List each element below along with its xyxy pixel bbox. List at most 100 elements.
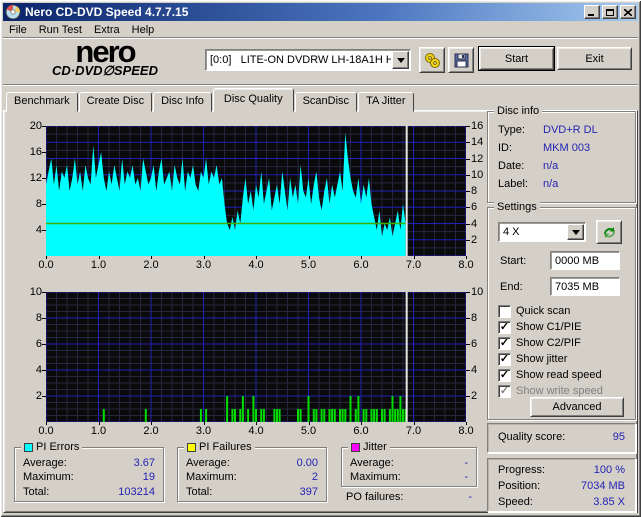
checkbox-box[interactable] [498,304,511,318]
x-axis-tick-label: 7.0 [405,425,422,437]
maximize-button[interactable] [602,5,618,19]
y-axis-right-tick-label: 6 [471,338,478,350]
minimize-button[interactable] [584,5,600,19]
speed-value: 3.85 X [593,496,625,508]
tab-benchmark[interactable]: Benchmark [6,92,78,112]
pi-failures-bar [365,409,368,422]
stat-value: - [464,457,468,469]
tab-disc-info[interactable]: Disc Info [153,92,212,112]
checkbox-label: Show write speed [516,385,603,397]
axis-tick [466,158,470,160]
tab-scandisc[interactable]: ScanDisc [294,92,358,112]
tab-ta-jitter[interactable]: TA Jitter [358,92,414,112]
checkbox-quick-scan[interactable]: Quick scan [498,304,570,318]
checkbox-label: Quick scan [516,305,571,317]
pi-failures-bar [247,409,250,422]
tab-create-disc[interactable]: Create Disc [78,92,153,112]
axis-tick [466,344,470,345]
pi-failures-bar [362,409,365,422]
axis-tick [466,223,470,225]
pi-failures-chart-canvas [45,291,467,423]
start-button[interactable]: Start [479,47,554,70]
pi-failures-legend: PI Failures Average: 0.00 Maximum: 2 Total… [177,441,327,502]
stat-value: 397 [299,486,318,498]
pi-failures-bar [241,396,244,422]
pi-errors-chart-canvas [45,125,467,257]
checkbox-show-jitter[interactable]: ✓ Show jitter [498,352,567,366]
drive-select-arrow[interactable] [392,51,409,69]
y-axis-right-tick-label: 8 [471,312,478,324]
quality-score-label: Quality score: [498,431,566,443]
pi-failures-bar [299,409,302,422]
close-button[interactable] [620,5,636,19]
checkbox-show-read-speed[interactable]: ✓ Show read speed [498,368,602,382]
drive-select[interactable]: [0:0] LITE-ON DVDRW LH-18A1H HL09 [205,49,411,71]
y-axis-left-tick-label: 8 [35,312,42,324]
pi-failures-bar [260,409,263,422]
pi-failures-bar [383,409,386,422]
stat-value: 2 [311,471,318,483]
options-button[interactable] [419,47,445,73]
y-axis-right-tick-label: 10 [471,168,484,181]
pi-failures-bar [297,409,299,422]
disc-id-value: MKM 003 [543,142,591,154]
y-axis-left-tick-label: 4 [35,224,42,236]
axis-tick [151,422,152,425]
pi-errors-swatch [24,442,33,452]
pi-failures-bar [381,409,383,422]
checkbox-box[interactable]: ✓ [498,336,511,350]
pi-failures-bar [388,409,391,422]
y-axis-right-tick-label: 2 [471,390,478,402]
advanced-button[interactable]: Advanced [530,397,624,417]
titlebar: Nero CD-DVD Speed 4.7.7.15 [3,3,638,21]
pi-failures-bar [255,409,257,422]
x-axis-tick-label: 4.0 [248,259,264,271]
tab-disc-quality[interactable]: Disc Quality [212,88,294,112]
pi-failures-bar [307,396,310,422]
progress-label: Progress: [498,464,546,476]
drive-select-value: [0:0] LITE-ON DVDRW LH-18A1H HL09 [210,54,391,66]
checkbox-box[interactable]: ✓ [498,368,511,382]
pi-failures-bar [205,409,208,422]
x-axis-tick-label: 3.0 [195,425,212,437]
axis-tick [308,256,310,259]
end-position-input[interactable]: 7035 MB [550,277,620,296]
checkbox-box[interactable]: ✓ [498,352,511,366]
y-axis-right-tick-label: 14 [471,136,484,149]
refresh-button[interactable] [596,220,622,244]
quality-score-panel: Quality score: 95 [487,423,636,453]
scan-speed-arrow[interactable] [567,224,584,240]
stat-value: - [468,491,472,503]
x-axis-tick-label: 1.0 [90,425,107,437]
start-position-input[interactable]: 0000 MB [550,251,620,270]
pi-failures-bar [144,409,147,422]
y-axis-left-tick-label: 16 [29,146,42,158]
pi-failures-bar [323,409,326,422]
x-axis-tick-label: 3.0 [195,259,212,271]
checkbox-label: Show C2/PIF [516,337,581,349]
menu-file[interactable]: File [3,23,33,37]
axis-tick [466,396,470,397]
pi-failures-bar [344,409,347,422]
stat-label: Maximum: [23,471,74,483]
stat-label: Average: [186,457,230,469]
save-button[interactable] [448,47,474,73]
exit-button[interactable]: Exit [557,47,632,70]
settings-title: Settings [494,201,540,213]
stat-label: Maximum: [350,471,401,483]
checkbox-show-c1-pie[interactable]: ✓ Show C1/PIE [498,320,581,334]
disc-info-label: Type: [498,124,525,136]
po-failures-row: PO failures: - [346,491,472,503]
checkbox-show-c2-pif[interactable]: ✓ Show C2/PIF [498,336,581,350]
disc-label-value: n/a [543,178,559,190]
axis-tick [466,207,470,209]
stat-value: 19 [142,471,155,483]
tab-bar: Benchmark Create Disc Disc Info Disc Qua… [6,88,415,112]
settings-group: Settings 4 X Start: 0000 MB End: 7035 MB… [487,201,636,420]
disc-info-title: Disc info [494,105,543,117]
checkbox-box[interactable]: ✓ [498,320,511,334]
scan-speed-select[interactable]: 4 X [498,222,586,242]
pi-failures-bar [328,409,331,422]
axis-tick [466,370,470,371]
disc-info-group: Disc info Type: DVD+R DL ID: MKM 003 Date:… [487,105,636,203]
